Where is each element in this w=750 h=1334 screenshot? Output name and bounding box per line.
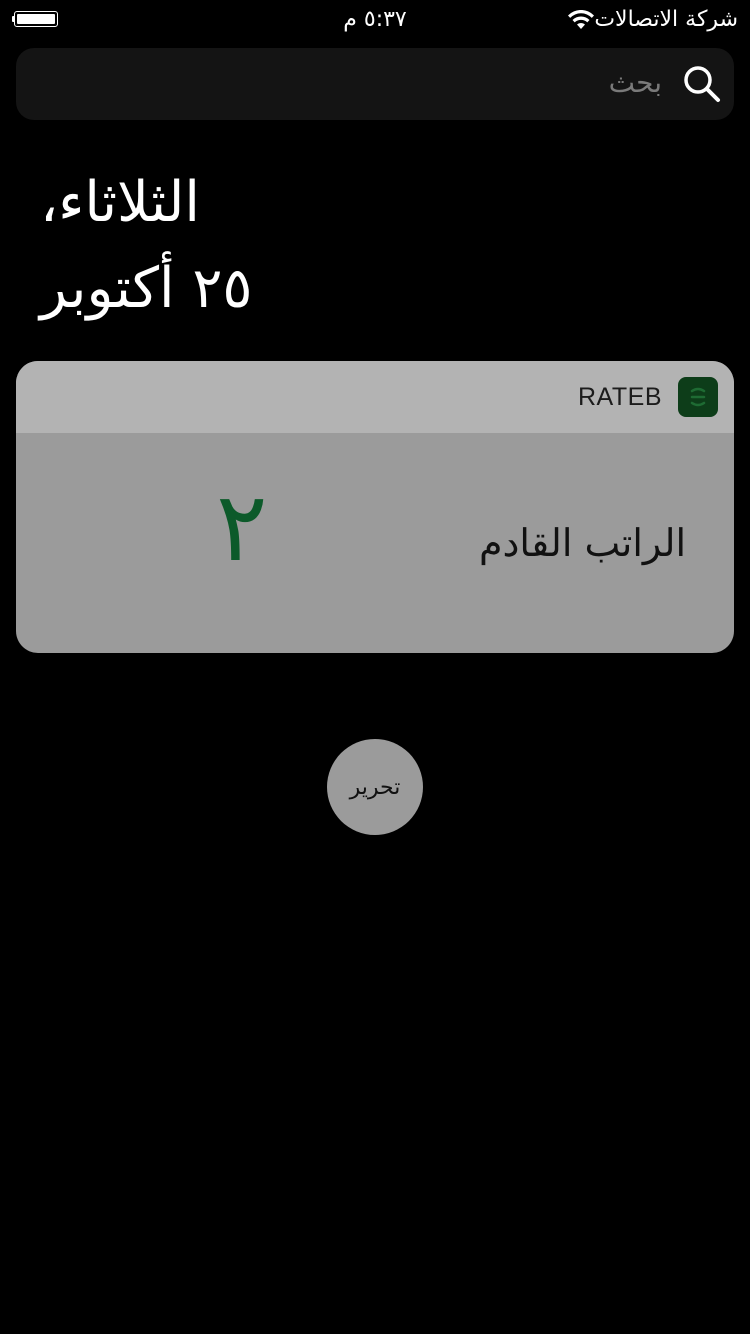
carrier-name: شركة الاتصالات [594,7,738,32]
wifi-icon [568,10,594,29]
date-heading: الثلاثاء، ٢٥ أكتوبر [40,160,440,332]
next-salary-label: الراتب القادم [478,521,686,565]
search-bar[interactable]: بحث [16,48,734,120]
widget-body: الراتب القادم ٢ [16,433,734,653]
rateb-widget[interactable]: RATEB الراتب القادم ٢ [16,361,734,653]
next-salary-value: ٢ [216,471,268,583]
day-month-label: ٢٥ أكتوبر [40,256,253,321]
rateb-app-icon [678,377,718,417]
widget-app-name: RATEB [578,383,662,411]
rateb-logo-icon [690,387,706,407]
edit-button[interactable]: تحرير [327,739,423,835]
search-icon [684,66,720,102]
status-bar: ٥:٣٧ م شركة الاتصالات [0,0,750,40]
weekday-label: الثلاثاء، [40,170,200,235]
search-placeholder: بحث [608,66,662,99]
widget-header[interactable]: RATEB [16,361,734,433]
